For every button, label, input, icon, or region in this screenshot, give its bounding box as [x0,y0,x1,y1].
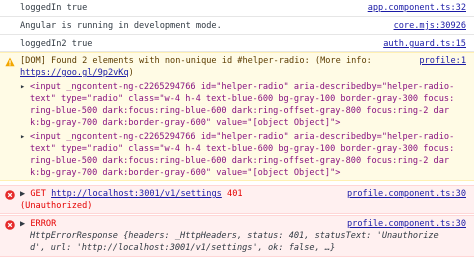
console-warning-row: [DOM] Found 2 elements with non-unique i… [0,52,474,181]
error-title-line[interactable]: ▶ ERROR [20,219,56,229]
console-error-row: ▶ ERROR profile.component.ts:30 HttpErro… [0,215,474,257]
source-link[interactable]: app.component.ts:32 [368,3,466,13]
warning-message: [DOM] Found 2 elements with non-unique i… [20,56,372,66]
request-line[interactable]: ▶ GET http://localhost:3001/v1/settings … [20,189,243,199]
log-message: loggedIn true [20,3,88,13]
console-log-row: Angular is running in development mode. … [0,17,474,35]
element-ref-line[interactable]: k:bg-gray-700 dark:border-gray-600" valu… [30,168,340,178]
expand-triangle-icon[interactable]: ▸ [20,82,25,92]
log-message: Angular is running in development mode. [20,21,222,31]
console-log-row: loggedIn2 true auth.guard.ts:15 [0,35,474,52]
more-info-link[interactable]: https://goo.gl/9p2vKq [20,68,129,78]
error-icon [5,190,15,200]
log-message: loggedIn2 true [20,39,93,49]
element-ref-line[interactable]: k:bg-gray-700 dark:border-gray-600" valu… [30,118,340,128]
paren-close: ) [128,68,134,78]
source-link[interactable]: profile.component.ts:30 [347,189,466,199]
http-method: GET [30,189,46,199]
expand-arrow-icon[interactable]: ▶ [20,219,25,229]
console-error-row: ▶ GET http://localhost:3001/v1/settings … [0,185,474,214]
expand-triangle-icon[interactable]: ▸ [20,132,25,142]
element-ref-line[interactable]: ring-blue-500 dark:focus:ring-blue-600 d… [30,156,449,166]
element-ref-line[interactable]: text" type="radio" class="w-4 h-4 text-b… [30,94,454,104]
source-link[interactable]: profile:1 [419,56,466,66]
warning-info-link-line: https://goo.gl/9p2vKq) [20,68,134,78]
element-ref-line[interactable]: ring-blue-500 dark:focus:ring-blue-600 d… [30,106,449,116]
warning-icon [5,57,15,67]
error-object-preview[interactable]: HttpErrorResponse {headers: _HttpHeaders… [30,231,439,241]
element-ref-line[interactable]: <input _ngcontent-ng-c2265294766 id="hel… [30,132,454,142]
expand-arrow-icon[interactable]: ▶ [20,189,25,199]
element-ref-line[interactable]: text" type="radio" class="w-4 h-4 text-b… [30,144,454,154]
source-link[interactable]: core.mjs:30926 [394,21,466,31]
console-log-row: loggedIn true app.component.ts:32 [0,0,474,17]
source-link[interactable]: profile.component.ts:30 [347,219,466,229]
status-text: (Unauthorized) [20,201,93,211]
error-icon [5,220,15,230]
request-url-link[interactable]: http://localhost:3001/v1/settings [51,189,222,199]
error-object-preview[interactable]: d', url: 'http://localhost:3001/v1/setti… [30,243,335,253]
source-link[interactable]: auth.guard.ts:15 [383,39,466,49]
error-title: ERROR [30,219,57,229]
element-ref-line[interactable]: <input _ngcontent-ng-c2265294766 id="hel… [30,82,454,92]
status-code: 401 [227,189,243,199]
